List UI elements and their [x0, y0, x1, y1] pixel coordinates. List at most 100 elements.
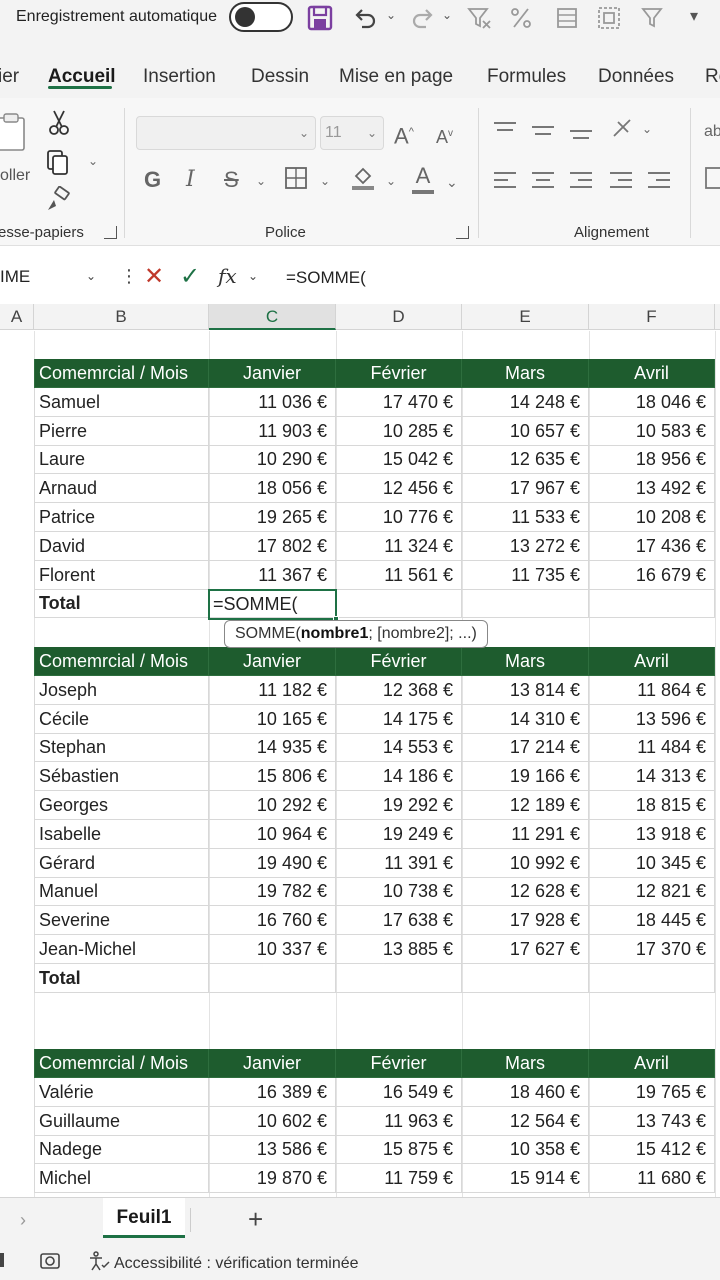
commercial-name-cell[interactable]: Gérard — [34, 848, 209, 878]
name-box[interactable]: IME ⌄ — [0, 258, 108, 296]
merge-icon[interactable] — [704, 166, 720, 197]
amount-cell[interactable]: 18 056 € — [209, 474, 336, 504]
amount-cell[interactable]: 18 956 € — [589, 445, 715, 475]
total-cell[interactable] — [589, 589, 715, 619]
tooltip-arg-nombre1[interactable]: nombre1 — [301, 625, 369, 642]
font-color-icon[interactable]: A — [410, 162, 436, 194]
orientation-icon[interactable] — [610, 116, 636, 149]
amount-cell[interactable]: 13 596 € — [589, 704, 715, 734]
commercial-name-cell[interactable]: Joseph — [34, 675, 209, 705]
amount-cell[interactable]: 14 175 € — [336, 704, 462, 734]
amount-cell[interactable]: 10 992 € — [462, 848, 589, 878]
font-name-dropdown[interactable]: ⌄ — [136, 116, 316, 150]
amount-cell[interactable]: 11 903 € — [209, 416, 336, 446]
header-cell[interactable]: Février — [336, 1049, 462, 1078]
amount-cell[interactable]: 12 189 € — [462, 791, 589, 820]
tab-accueil[interactable]: Accueil — [48, 66, 116, 88]
insert-function-button[interactable]: fx — [218, 264, 237, 288]
cut-icon[interactable] — [46, 108, 72, 143]
amount-cell[interactable]: 11 680 € — [589, 1164, 715, 1194]
amount-cell[interactable]: 17 967 € — [462, 474, 589, 504]
commercial-name-cell[interactable]: Manuel — [34, 877, 209, 907]
commercial-name-cell[interactable]: Florent — [34, 560, 209, 590]
amount-cell[interactable]: 13 492 € — [589, 474, 715, 504]
amount-cell[interactable]: 13 885 € — [336, 935, 462, 964]
font-size-dropdown[interactable]: 11 ⌄ — [320, 116, 384, 150]
accessibility-icon[interactable] — [88, 1251, 110, 1276]
amount-cell[interactable]: 19 490 € — [209, 848, 336, 878]
commercial-name-cell[interactable]: Guillaume — [34, 1106, 209, 1136]
copy-icon[interactable] — [44, 148, 72, 183]
column-header-a[interactable]: A — [0, 304, 34, 330]
commercial-name-cell[interactable]: Pierre — [34, 416, 209, 446]
header-cell[interactable]: Avril — [589, 1049, 715, 1078]
amount-cell[interactable]: 19 292 € — [336, 791, 462, 820]
amount-cell[interactable]: 10 208 € — [589, 503, 715, 532]
commercial-name-cell[interactable]: Laure — [34, 445, 209, 475]
column-header-e[interactable]: E — [462, 304, 589, 330]
column-header-f[interactable]: F — [589, 304, 715, 330]
amount-cell[interactable]: 11 291 € — [462, 819, 589, 849]
column-header-c[interactable]: C — [209, 304, 336, 330]
amount-cell[interactable]: 17 627 € — [462, 935, 589, 964]
header-cell[interactable]: Mars — [462, 647, 589, 676]
save-icon[interactable] — [306, 4, 334, 32]
format-painter-icon[interactable] — [44, 185, 72, 221]
amount-cell[interactable]: 13 272 € — [462, 531, 589, 561]
spreadsheet-grid[interactable]: Comemrcial / Mois Janvier Février Mars Avril… — [0, 331, 720, 1197]
amount-cell[interactable]: 17 928 € — [462, 906, 589, 936]
header-cell[interactable]: Comemrcial / Mois — [34, 359, 209, 388]
commercial-name-cell[interactable]: Cécile — [34, 704, 209, 734]
cancel-icon[interactable]: ✕ — [144, 262, 164, 291]
commercial-name-cell[interactable]: Isabelle — [34, 819, 209, 849]
amount-cell[interactable]: 12 564 € — [462, 1106, 589, 1136]
amount-cell[interactable]: 14 935 € — [209, 733, 336, 763]
commercial-name-cell[interactable]: David — [34, 531, 209, 561]
amount-cell[interactable]: 18 046 € — [589, 387, 715, 417]
amount-cell[interactable]: 11 367 € — [209, 560, 336, 590]
percent-icon[interactable] — [508, 4, 534, 32]
amount-cell[interactable]: 11 391 € — [336, 848, 462, 878]
macro-record-icon[interactable] — [40, 1251, 64, 1276]
amount-cell[interactable]: 10 602 € — [209, 1106, 336, 1136]
amount-cell[interactable]: 17 470 € — [336, 387, 462, 417]
amount-cell[interactable]: 16 679 € — [589, 560, 715, 590]
tooltip-function[interactable]: SOMME( — [235, 625, 301, 642]
amount-cell[interactable]: 11 036 € — [209, 387, 336, 417]
amount-cell[interactable]: 13 814 € — [462, 675, 589, 705]
amount-cell[interactable]: 17 370 € — [589, 935, 715, 964]
amount-cell[interactable]: 10 165 € — [209, 704, 336, 734]
tab-donnees[interactable]: Données — [598, 66, 674, 88]
amount-cell[interactable]: 11 182 € — [209, 675, 336, 705]
header-cell[interactable]: Février — [336, 359, 462, 388]
align-middle-icon[interactable] — [532, 126, 554, 140]
strike-chevron-down-icon[interactable]: ⌄ — [256, 174, 266, 188]
amount-cell[interactable]: 14 313 € — [589, 762, 715, 792]
total-cell[interactable] — [336, 963, 462, 993]
tab-insertion[interactable]: Insertion — [143, 66, 216, 88]
function-chevron-down-icon[interactable]: ⌄ — [248, 269, 258, 283]
active-cell[interactable]: =SOMME( — [208, 589, 339, 622]
amount-cell[interactable]: 19 782 € — [209, 877, 336, 907]
header-cell[interactable]: Janvier — [209, 1049, 336, 1078]
amount-cell[interactable]: 11 864 € — [589, 675, 715, 705]
amount-cell[interactable]: 14 310 € — [462, 704, 589, 734]
amount-cell[interactable]: 16 549 € — [336, 1077, 462, 1107]
font-launcher-icon[interactable] — [456, 226, 469, 239]
commercial-name-cell[interactable]: Stephan — [34, 733, 209, 763]
amount-cell[interactable]: 10 292 € — [209, 791, 336, 820]
copy-chevron-down-icon[interactable]: ⌄ — [88, 154, 98, 168]
amount-cell[interactable]: 15 914 € — [462, 1164, 589, 1194]
amount-cell[interactable]: 12 368 € — [336, 675, 462, 705]
scroll-tabs-right-icon[interactable]: › — [20, 1210, 26, 1231]
refresh-filter-icon[interactable] — [640, 4, 666, 32]
bold-button[interactable]: G — [144, 166, 161, 194]
amount-cell[interactable]: 13 586 € — [209, 1135, 336, 1165]
amount-cell[interactable]: 14 186 € — [336, 762, 462, 792]
amount-cell[interactable]: 10 358 € — [462, 1135, 589, 1165]
align-bottom-icon[interactable] — [570, 130, 592, 144]
total-cell[interactable] — [462, 963, 589, 993]
align-right-icon[interactable] — [570, 172, 592, 193]
commercial-name-cell[interactable]: Nadege — [34, 1135, 209, 1165]
amount-cell[interactable]: 19 166 € — [462, 762, 589, 792]
